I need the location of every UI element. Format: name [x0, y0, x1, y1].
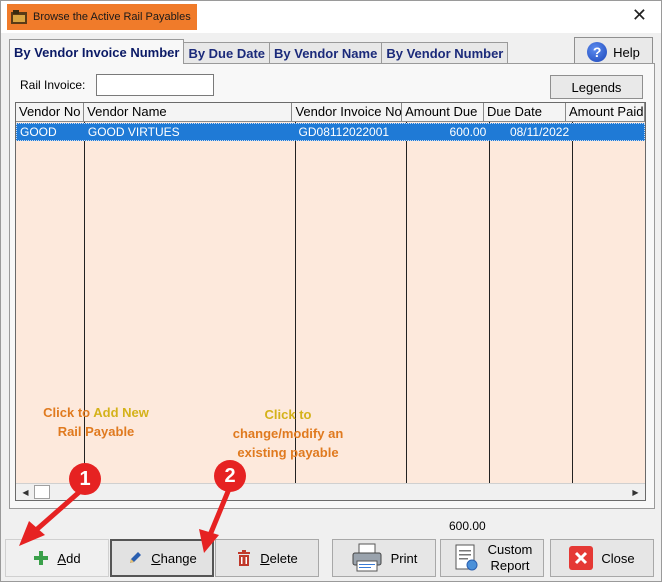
print-button[interactable]: Print — [332, 539, 436, 577]
delete-label: Delete — [260, 550, 298, 566]
browse-rail-payables-window: Browse the Active Rail Payables ✕ By Ven… — [0, 0, 662, 582]
annotation-text: Click to — [43, 405, 91, 420]
close-icon — [569, 546, 594, 570]
column-header-vendor-no[interactable]: Vendor No — [16, 103, 85, 122]
tab-by-due-date[interactable]: By Due Date — [183, 42, 271, 64]
pencil-icon — [130, 552, 142, 563]
window-title-box: Browse the Active Rail Payables — [7, 4, 197, 30]
change-label: Change — [151, 550, 197, 566]
total-amount: 600.00 — [449, 519, 486, 533]
plus-icon — [34, 551, 49, 565]
app-folder-icon — [11, 10, 27, 24]
printer-icon — [352, 543, 382, 572]
annotation-text: change/modify an — [232, 426, 344, 441]
step-2-badge: 2 — [214, 460, 246, 492]
annotation-text: Click to — [264, 407, 312, 422]
step-1-badge: 1 — [69, 463, 101, 495]
window-close-icon[interactable]: ✕ — [632, 5, 647, 26]
tab-by-vendor-name[interactable]: By Vendor Name — [269, 42, 383, 64]
window-title: Browse the Active Rail Payables — [33, 11, 191, 23]
cell-vendor-name: GOOD VIRTUES — [87, 125, 180, 139]
title-bar: Browse the Active Rail Payables ✕ — [1, 1, 661, 33]
column-header-amount-due[interactable]: Amount Due — [402, 103, 485, 122]
column-header-due-date[interactable]: Due Date — [484, 103, 566, 122]
help-icon: ? — [587, 42, 608, 62]
cell-vendor-invoice-no: GD08112022001 — [298, 125, 390, 139]
column-divider — [489, 122, 490, 483]
delete-button[interactable]: Delete — [215, 539, 319, 577]
annotation-text: existing payable — [237, 445, 339, 460]
scroll-thumb[interactable] — [34, 485, 50, 499]
close-button[interactable]: Close — [550, 539, 654, 577]
tab-by-vendor-invoice-number[interactable]: By Vendor Invoice Number — [9, 39, 185, 64]
report-icon — [455, 544, 478, 571]
cell-due-date: 08/11/2022 — [509, 125, 570, 139]
help-label: Help — [613, 44, 640, 60]
column-divider — [572, 122, 573, 483]
cell-amount-due: 600.00 — [449, 125, 487, 139]
column-header-amount-paid[interactable]: Amount Paid — [566, 103, 645, 122]
custom-report-button[interactable]: Custom Report — [440, 539, 544, 577]
cell-vendor-no: GOOD — [20, 125, 57, 139]
scroll-left-icon[interactable]: ◀ — [17, 485, 34, 499]
grid-header: Vendor No Vendor Name Vendor Invoice No … — [16, 103, 645, 122]
annotation-text: Rail Payable — [57, 424, 135, 439]
rail-invoice-input[interactable] — [96, 74, 214, 96]
tab-by-vendor-number[interactable]: By Vendor Number — [381, 42, 509, 64]
close-label: Close — [601, 550, 635, 566]
column-divider — [406, 122, 407, 483]
annotation-text: Add New — [90, 405, 149, 420]
scroll-right-icon[interactable]: ▶ — [627, 485, 644, 499]
legends-button[interactable]: Legends — [550, 75, 643, 99]
add-label: Add — [57, 550, 81, 566]
change-button[interactable]: Change — [110, 539, 214, 577]
table-row[interactable]: GOOD GOOD VIRTUES GD08112022001 600.00 0… — [16, 123, 645, 141]
add-annotation: Click to Add New Rail Payable — [31, 403, 161, 441]
custom-report-label: Custom Report — [487, 542, 533, 573]
rail-invoice-label: Rail Invoice: — [20, 78, 86, 92]
change-annotation: Click to change/modify an existing payab… — [213, 405, 363, 462]
column-header-vendor-invoice-no[interactable]: Vendor Invoice No — [292, 103, 403, 122]
horizontal-scrollbar[interactable]: ◀ ▶ — [16, 483, 645, 500]
tab-strip: By Vendor Invoice Number By Due Date By … — [9, 39, 509, 64]
add-button[interactable]: Add — [5, 539, 109, 577]
print-label: Print — [390, 550, 418, 566]
cell-amount-paid — [572, 124, 644, 140]
column-header-vendor-name[interactable]: Vendor Name — [84, 103, 293, 122]
trash-icon — [238, 550, 251, 566]
